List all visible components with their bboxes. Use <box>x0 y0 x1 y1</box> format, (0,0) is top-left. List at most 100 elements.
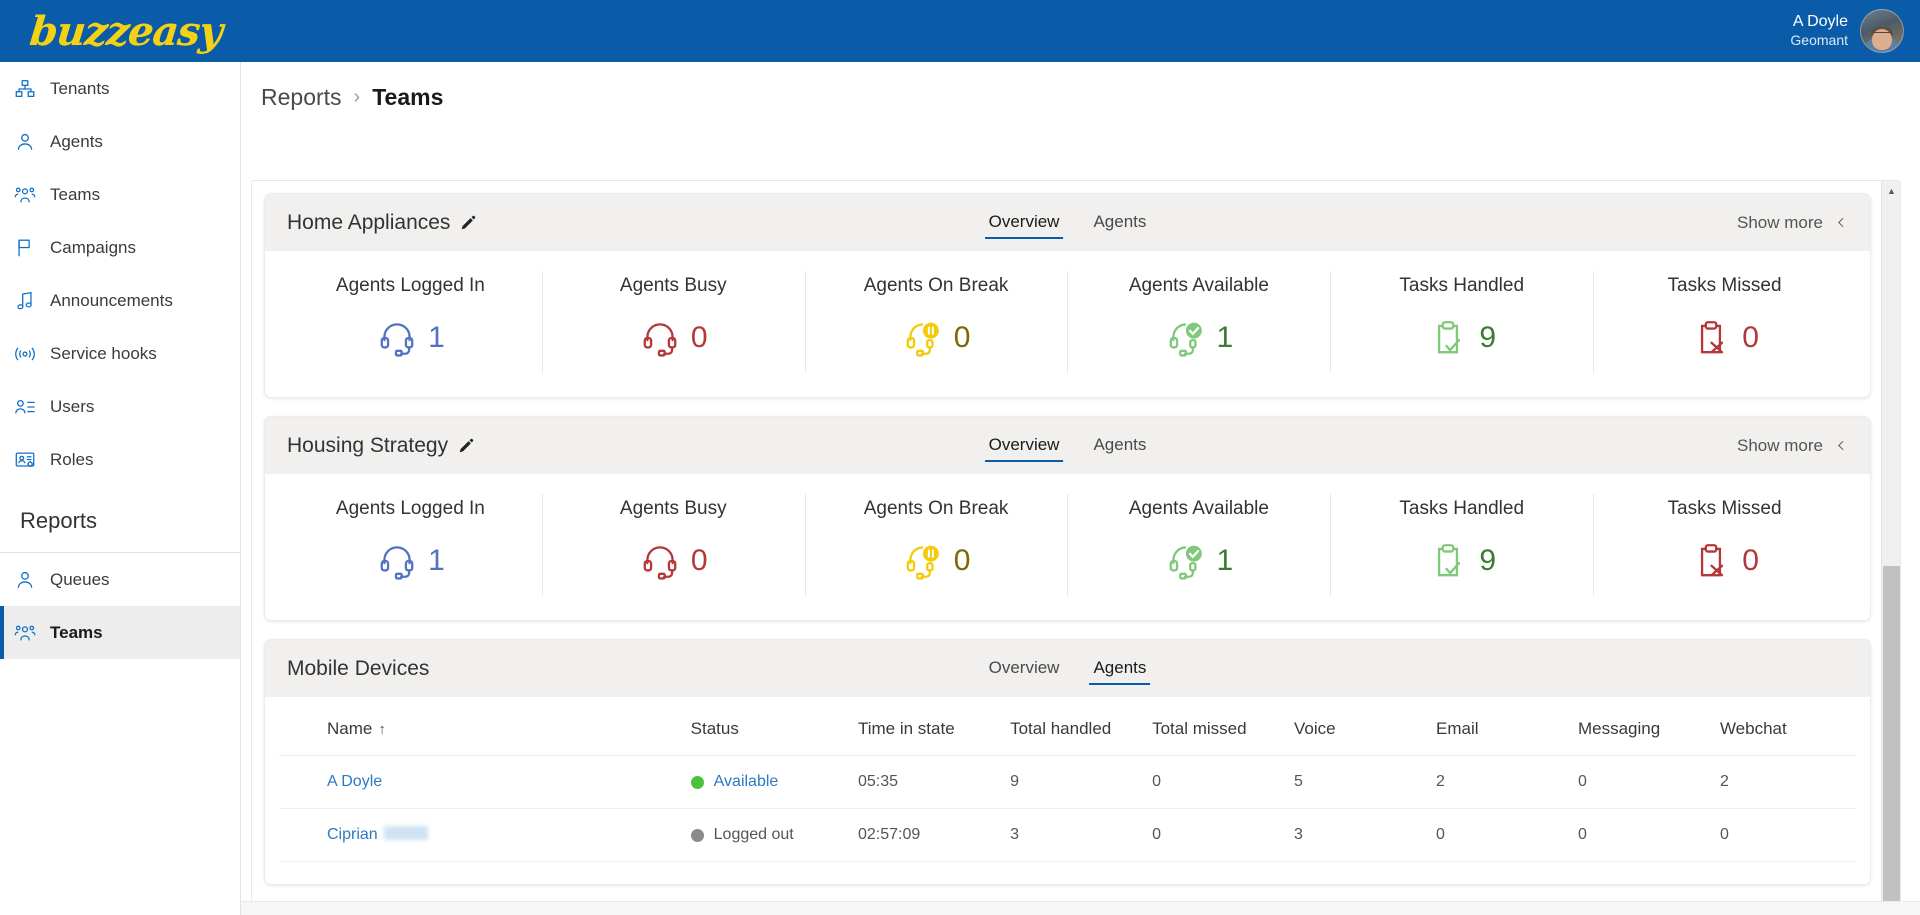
person-icon <box>17 571 33 588</box>
show-more-button[interactable]: Show more <box>1737 213 1848 233</box>
sidebar-item-tenants[interactable]: Tenants <box>0 62 240 115</box>
pencil-icon[interactable] <box>458 437 475 454</box>
scrollbar-thumb[interactable] <box>1883 566 1900 915</box>
agents-table-head: Name ↑ Status Time in state Total handled… <box>279 701 1856 756</box>
status-label: Logged out <box>713 826 794 843</box>
cell-total-missed: 0 <box>1146 808 1289 862</box>
cell-name: Ciprian <box>279 808 685 862</box>
column-header-total-missed[interactable]: Total missed <box>1146 701 1289 756</box>
metric-value: 0 <box>1742 544 1759 577</box>
vertical-scrollbar[interactable]: ▲ ▼ <box>1881 181 1900 915</box>
cell-total-missed: 0 <box>1146 755 1289 809</box>
cell-voice: 5 <box>1288 755 1430 809</box>
metric-label: Agents Busy <box>619 498 727 519</box>
person-list-icon <box>15 399 35 413</box>
user-profile-menu[interactable]: A Doyle Geomant <box>1790 9 1904 53</box>
metric-label: Tasks Handled <box>1399 498 1525 519</box>
scroll-up-arrow-icon[interactable]: ▲ <box>1882 181 1900 200</box>
breadcrumb-parent[interactable]: Reports <box>261 84 342 111</box>
metric-value-row: 0 <box>546 311 801 365</box>
card-title-group: Home Appliances <box>287 211 477 235</box>
sidebar-item-label: Campaigns <box>50 237 136 257</box>
tab-agents[interactable]: Agents <box>1089 429 1150 462</box>
metric-value-row: 0 <box>809 534 1064 588</box>
status-badge: Logged out <box>690 826 846 844</box>
user-organization: Geomant <box>1790 32 1848 49</box>
horizontal-scrollbar[interactable] <box>241 901 1920 915</box>
show-more-button[interactable]: Show more <box>1737 436 1848 456</box>
sidebar-item-users[interactable]: Users <box>0 380 240 433</box>
cell-messaging: 0 <box>1571 808 1714 862</box>
column-header-time-in-state[interactable]: Time in state <box>851 701 1005 756</box>
app-root: buzzeasy A Doyle Geomant Tenants Agents … <box>0 0 1920 915</box>
headset-check-icon <box>1169 545 1202 580</box>
sidebar-item-announcements[interactable]: Announcements <box>0 274 240 327</box>
brand-logo[interactable]: buzzeasy <box>28 0 225 62</box>
sidebar-item-teams[interactable]: Teams <box>0 168 240 221</box>
tab-overview[interactable]: Overview <box>985 652 1064 685</box>
column-header-webchat[interactable]: Webchat <box>1713 701 1856 756</box>
metric-value-row: 0 <box>1597 311 1852 365</box>
cell-total-handled: 9 <box>1004 755 1147 809</box>
cell-email: 2 <box>1430 755 1572 809</box>
metric-label: Tasks Handled <box>1399 275 1525 296</box>
show-more-label: Show more <box>1737 435 1823 455</box>
metric-label: Agents On Break <box>863 275 1009 296</box>
metric-tile-agents-logged-in: Agents Logged In 1 <box>279 486 542 604</box>
column-header-total-handled[interactable]: Total handled <box>1004 701 1147 756</box>
pencil-icon[interactable] <box>460 214 477 231</box>
sidebar-item-label: Teams <box>50 184 101 204</box>
headset-icon <box>380 323 414 357</box>
sidebar-item-agents[interactable]: Agents <box>0 115 240 168</box>
tab-agents[interactable]: Agents <box>1089 652 1151 685</box>
tab-agents[interactable]: Agents <box>1089 206 1150 239</box>
column-header-status[interactable]: Status <box>684 701 852 756</box>
card-header: Mobile Devices Overview Agents <box>265 640 1870 697</box>
card-tabs: Overview Agents <box>984 194 1151 251</box>
sidebar-item-label: Tenants <box>50 78 110 98</box>
card-title: Mobile Devices <box>287 656 430 680</box>
cell-total-handled: 3 <box>1004 808 1147 862</box>
metric-value-row: 1 <box>283 534 538 588</box>
column-header-messaging[interactable]: Messaging <box>1571 701 1714 756</box>
agent-name-link[interactable]: Ciprian <box>327 826 378 843</box>
sidebar-item-service-hooks[interactable]: Service hooks <box>0 327 240 380</box>
chevron-left-icon <box>1838 217 1844 228</box>
status-label: Available <box>713 773 779 790</box>
metric-value-row: 9 <box>1334 311 1589 365</box>
sidebar-item-reports-teams[interactable]: Teams <box>0 606 240 659</box>
show-more-label: Show more <box>1737 212 1823 232</box>
column-header-voice[interactable]: Voice <box>1288 701 1430 756</box>
headset-check-icon <box>1169 322 1202 357</box>
metric-value-row: 0 <box>1597 534 1852 588</box>
people-icon <box>14 187 36 202</box>
tab-overview[interactable]: Overview <box>984 206 1064 239</box>
metric-tiles: Agents Logged In 1 Agents Busy 0 Agents … <box>265 251 1870 397</box>
team-card-home-appliances: Home Appliances Overview Agents Show mor… <box>264 193 1871 398</box>
metric-tile-agents-available: Agents Available 1 <box>1067 263 1330 381</box>
metric-label: Agents Busy <box>619 275 727 296</box>
avatar[interactable] <box>1860 9 1904 53</box>
metric-value-row: 1 <box>1071 311 1326 365</box>
sidebar-item-roles[interactable]: Roles <box>0 433 240 486</box>
column-header-name[interactable]: Name ↑ <box>279 701 685 756</box>
metric-value: 0 <box>1742 321 1759 354</box>
sidebar-navigation: Tenants Agents Teams Campaigns Announcem… <box>0 62 241 915</box>
metric-value: 1 <box>1216 544 1234 577</box>
table-header-row: Name ↑ Status Time in state Total handled… <box>279 701 1856 756</box>
metric-tiles: Agents Logged In 1 Agents Busy 0 Agents … <box>265 474 1870 620</box>
metric-value-row: 1 <box>283 311 538 365</box>
sidebar-item-campaigns[interactable]: Campaigns <box>0 221 240 274</box>
cell-webchat: 2 <box>1713 755 1856 809</box>
column-header-label: Name <box>327 719 373 738</box>
metric-value: 9 <box>1479 544 1497 577</box>
column-header-email[interactable]: Email <box>1430 701 1572 756</box>
tab-overview[interactable]: Overview <box>984 429 1064 462</box>
metric-label: Agents Available <box>1128 275 1269 296</box>
sidebar-item-reports-queues[interactable]: Queues <box>0 553 240 606</box>
metric-value: 1 <box>428 544 445 577</box>
agent-name-link[interactable]: A Doyle <box>327 773 382 790</box>
metric-tile-tasks-handled: Tasks Handled 9 <box>1330 263 1593 381</box>
flag-icon <box>18 239 30 256</box>
metric-value-row: 1 <box>1071 534 1326 588</box>
